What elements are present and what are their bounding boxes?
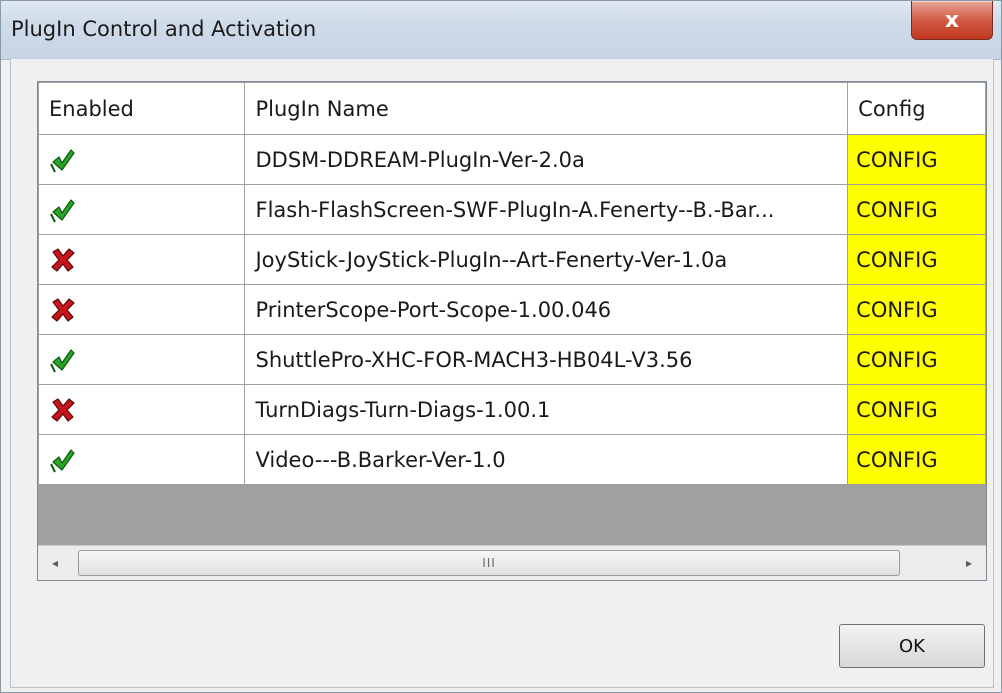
- table-row[interactable]: DDSM-DDREAM-PlugIn-Ver-2.0a CONFIG: [38, 134, 986, 185]
- plugin-name-cell[interactable]: DDSM-DDREAM-PlugIn-Ver-2.0a: [244, 134, 849, 185]
- config-button[interactable]: CONFIG: [847, 284, 986, 335]
- enabled-cell[interactable]: [38, 184, 246, 235]
- window-title: PlugIn Control and Activation: [11, 17, 317, 41]
- check-flag-icon[interactable]: [49, 146, 77, 174]
- x-flag-icon[interactable]: [49, 396, 77, 424]
- enabled-cell[interactable]: [38, 284, 246, 335]
- table-row[interactable]: Flash-FlashScreen-SWF-PlugIn-A.Fenerty--…: [38, 184, 986, 235]
- scroll-thumb[interactable]: III: [78, 550, 900, 576]
- plugin-name-cell[interactable]: PrinterScope-Port-Scope-1.00.046: [244, 284, 849, 335]
- config-button[interactable]: CONFIG: [847, 234, 986, 285]
- plugin-dialog: PlugIn Control and Activation x Enabled …: [0, 0, 1002, 693]
- close-icon: x: [944, 7, 960, 33]
- plugin-name-cell[interactable]: TurnDiags-Turn-Diags-1.00.1: [244, 384, 849, 435]
- ok-button[interactable]: OK: [839, 624, 985, 668]
- x-flag-icon[interactable]: [49, 296, 77, 324]
- enabled-cell[interactable]: [38, 334, 246, 385]
- config-button[interactable]: CONFIG: [847, 434, 986, 485]
- config-button[interactable]: CONFIG: [847, 384, 986, 435]
- header-plugin-name[interactable]: PlugIn Name: [244, 82, 849, 135]
- plugin-table: Enabled PlugIn Name Config DDSM-DDREAM-P…: [38, 82, 986, 485]
- plugin-name-cell[interactable]: JoyStick-JoyStick-PlugIn--Art-Fenerty-Ve…: [244, 234, 849, 285]
- x-flag-icon[interactable]: [49, 246, 77, 274]
- scroll-right-arrow-icon[interactable]: ▸: [952, 546, 986, 580]
- enabled-cell[interactable]: [38, 134, 246, 185]
- table-row[interactable]: PrinterScope-Port-Scope-1.00.046 CONFIG: [38, 284, 986, 335]
- check-flag-icon[interactable]: [49, 196, 77, 224]
- plugin-name-cell[interactable]: Video---B.Barker-Ver-1.0: [244, 434, 849, 485]
- scroll-grip-icon: III: [482, 556, 496, 570]
- enabled-cell[interactable]: [38, 234, 246, 285]
- table-row[interactable]: JoyStick-JoyStick-PlugIn--Art-Fenerty-Ve…: [38, 234, 986, 285]
- header-row: Enabled PlugIn Name Config: [38, 82, 986, 135]
- header-config[interactable]: Config: [847, 82, 986, 135]
- table-row[interactable]: ShuttlePro-XHC-FOR-MACH3-HB04L-V3.56 CONF…: [38, 334, 986, 385]
- check-flag-icon[interactable]: [49, 446, 77, 474]
- table-row[interactable]: TurnDiags-Turn-Diags-1.00.1 CONFIG: [38, 384, 986, 435]
- enabled-cell[interactable]: [38, 434, 246, 485]
- plugin-name-cell[interactable]: ShuttlePro-XHC-FOR-MACH3-HB04L-V3.56: [244, 334, 849, 385]
- dialog-client-area: Enabled PlugIn Name Config DDSM-DDREAM-P…: [10, 59, 994, 688]
- config-button[interactable]: CONFIG: [847, 134, 986, 185]
- table-row[interactable]: Video---B.Barker-Ver-1.0 CONFIG: [38, 434, 986, 485]
- config-button[interactable]: CONFIG: [847, 184, 986, 235]
- title-bar: PlugIn Control and Activation x: [1, 1, 1001, 60]
- scroll-left-arrow-icon[interactable]: ◂: [38, 546, 72, 580]
- plugin-grid: Enabled PlugIn Name Config DDSM-DDREAM-P…: [37, 81, 987, 581]
- plugin-name-cell[interactable]: Flash-FlashScreen-SWF-PlugIn-A.Fenerty--…: [244, 184, 849, 235]
- check-flag-icon[interactable]: [49, 346, 77, 374]
- horizontal-scrollbar[interactable]: ◂ III ▸: [38, 545, 986, 580]
- enabled-cell[interactable]: [38, 384, 246, 435]
- config-button[interactable]: CONFIG: [847, 334, 986, 385]
- close-button[interactable]: x: [911, 1, 993, 40]
- header-enabled[interactable]: Enabled: [38, 82, 246, 135]
